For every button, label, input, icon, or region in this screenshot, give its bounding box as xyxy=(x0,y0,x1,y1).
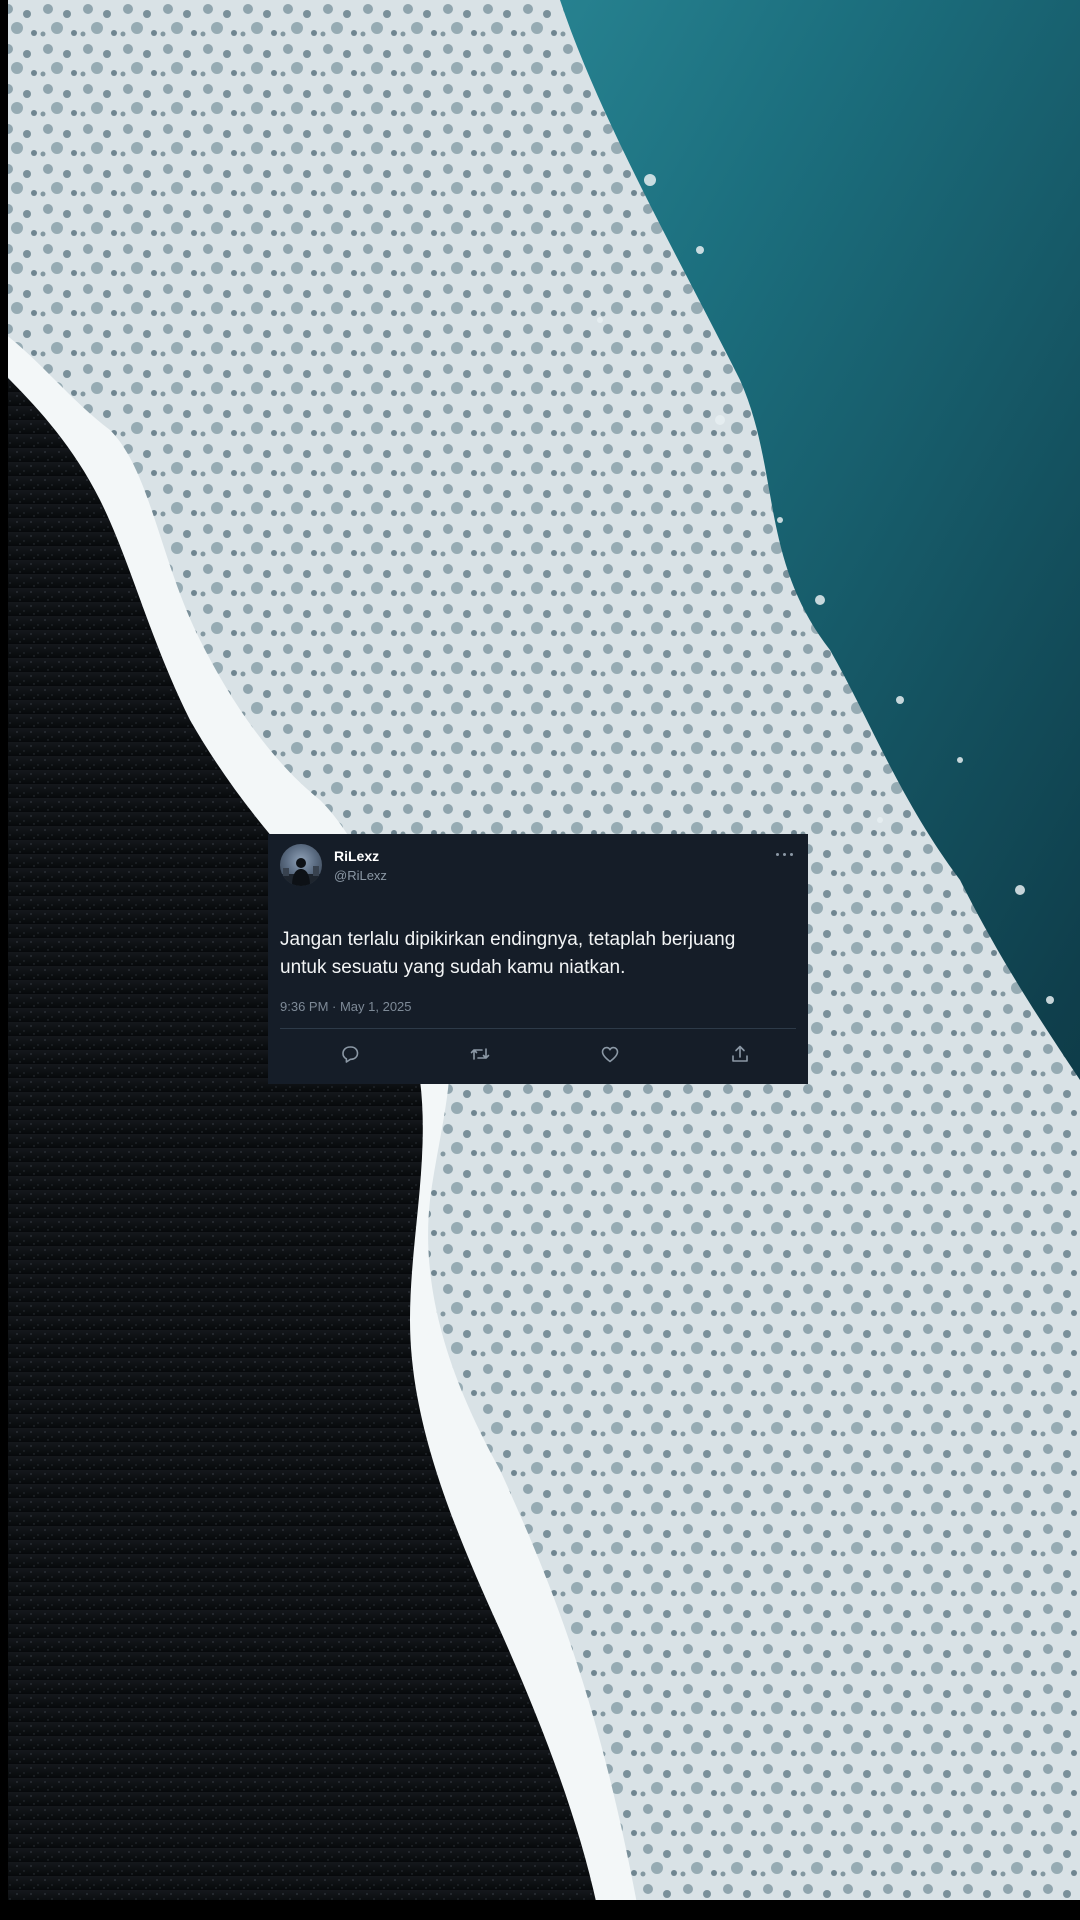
more-dot-icon xyxy=(790,853,793,856)
share-button[interactable] xyxy=(728,1042,752,1066)
divider xyxy=(280,1028,796,1029)
more-dot-icon xyxy=(783,853,786,856)
tweet-action-bar xyxy=(280,1038,796,1070)
tweet-card[interactable]: RiLexz @RiLexz Jangan terlalu dipikirkan… xyxy=(268,834,808,1084)
like-icon xyxy=(601,1046,619,1063)
retweet-button[interactable] xyxy=(468,1042,492,1066)
bottom-edge-bar xyxy=(0,1900,1080,1920)
like-button[interactable] xyxy=(598,1042,622,1066)
more-options-button[interactable] xyxy=(774,846,796,862)
display-name[interactable]: RiLexz xyxy=(334,848,379,864)
share-icon xyxy=(732,1045,748,1062)
tweet-text: Jangan terlalu dipikirkan endingnya, tet… xyxy=(280,926,796,982)
retweet-icon xyxy=(470,1048,490,1060)
tweet-timestamp[interactable]: 9:36 PM · May 1, 2025 xyxy=(280,999,412,1014)
avatar[interactable] xyxy=(280,844,322,886)
tweet-header: RiLexz @RiLexz xyxy=(280,844,796,892)
user-handle[interactable]: @RiLexz xyxy=(334,868,387,883)
reply-button[interactable] xyxy=(338,1042,362,1066)
tweet-text-line: untuk sesuatu yang sudah kamu niatkan. xyxy=(280,957,626,978)
reply-icon xyxy=(342,1046,359,1063)
tweet-text-line: Jangan terlalu dipikirkan endingnya, tet… xyxy=(280,929,736,950)
more-dot-icon xyxy=(776,853,779,856)
avatar-silhouette-icon xyxy=(280,858,322,886)
left-edge-strip xyxy=(0,0,8,1920)
